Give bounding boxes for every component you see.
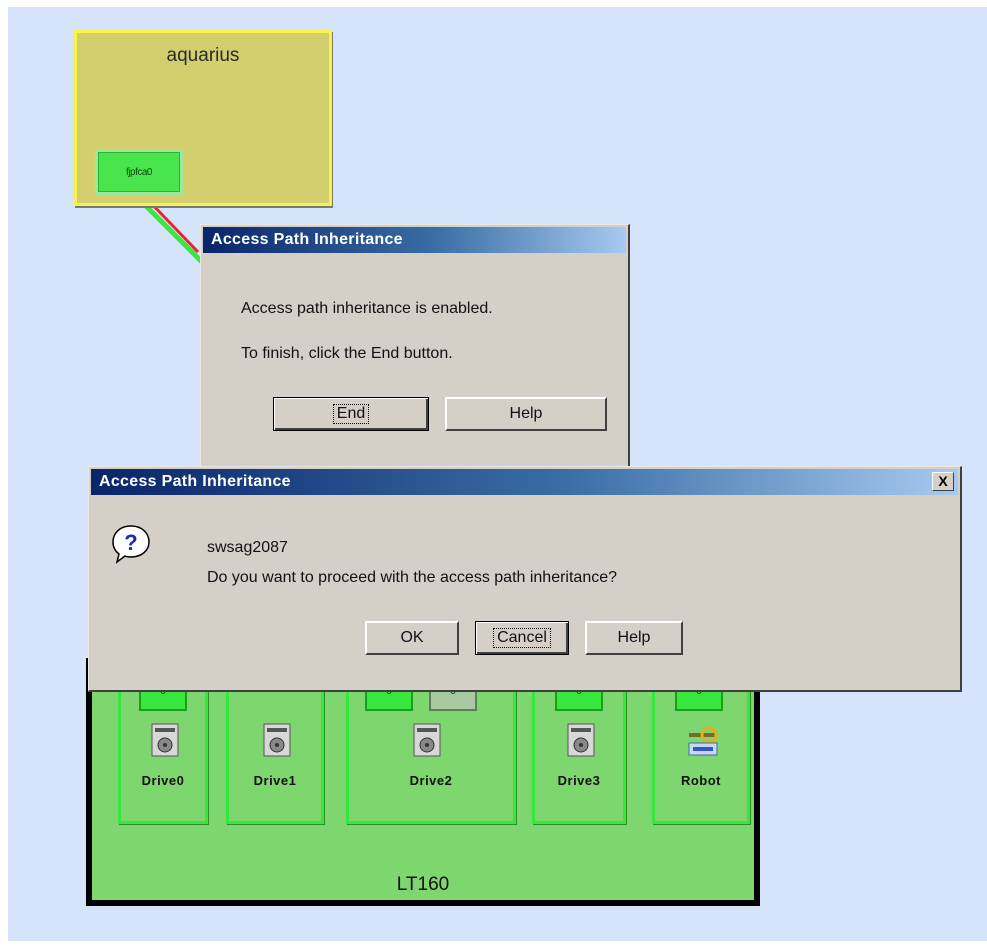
storage-name: LT160 bbox=[396, 874, 450, 895]
hba-label: fjpfca0 bbox=[126, 167, 152, 178]
end-button-label: End bbox=[332, 404, 370, 424]
tape-drive-icon bbox=[263, 723, 291, 757]
dialog-message-line2: To finish, click the End button. bbox=[241, 345, 453, 362]
tape-drive-icon bbox=[567, 723, 595, 757]
dialog-message-line1: Access path inheritance is enabled. bbox=[241, 300, 493, 317]
robot-label: Robot bbox=[680, 773, 722, 788]
storage-device[interactable]: 0 Drive0 Drive1 0 0 Drive2 0 bbox=[86, 658, 760, 906]
path-line-red bbox=[146, 198, 200, 254]
question-icon: ? bbox=[112, 525, 150, 564]
help-button[interactable]: Help bbox=[585, 621, 683, 655]
cancel-button[interactable]: Cancel bbox=[475, 621, 569, 655]
help-button[interactable]: Help bbox=[445, 397, 607, 431]
tape-drive-icon bbox=[413, 723, 441, 757]
drive-label: Drive2 bbox=[409, 773, 453, 788]
drive-label: Drive3 bbox=[557, 773, 601, 788]
close-icon[interactable]: X bbox=[932, 472, 954, 491]
drive-label: Drive0 bbox=[141, 773, 185, 788]
dialog-title[interactable]: Access Path Inheritance bbox=[203, 227, 626, 253]
tape-drive-icon bbox=[151, 723, 179, 757]
confirm-question: Do you want to proceed with the access p… bbox=[207, 569, 618, 586]
confirm-inheritance-dialog[interactable]: Access Path Inheritance X ? swsag2087 Do… bbox=[88, 466, 962, 692]
hba-port[interactable]: fjpfca0 bbox=[95, 149, 183, 195]
inheritance-enabled-dialog[interactable]: Access Path Inheritance Access path inhe… bbox=[200, 224, 630, 468]
svg-text:?: ? bbox=[124, 530, 137, 555]
drive-label: Drive1 bbox=[253, 773, 297, 788]
dialog-title[interactable]: Access Path Inheritance bbox=[91, 469, 958, 495]
path-line-green bbox=[138, 198, 207, 267]
message-code: swsag2087 bbox=[207, 539, 288, 556]
ok-button[interactable]: OK bbox=[365, 621, 459, 655]
cancel-button-label: Cancel bbox=[493, 628, 551, 648]
server-name: aquarius bbox=[166, 45, 240, 66]
robot-icon bbox=[688, 726, 718, 756]
end-button[interactable]: End bbox=[273, 397, 429, 431]
server-node[interactable]: aquarius fjpfca0 bbox=[74, 30, 332, 206]
